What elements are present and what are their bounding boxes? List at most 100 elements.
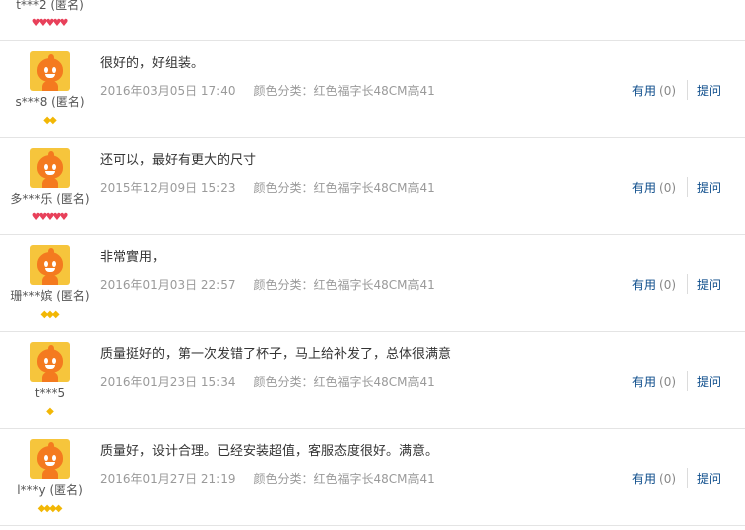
review-text: 还可以，最好有更大的尺寸 bbox=[100, 153, 257, 168]
ask-question-link[interactable]: 提问 bbox=[697, 82, 721, 99]
useful-button[interactable]: 有用 (0) bbox=[632, 82, 676, 99]
avatar-body bbox=[42, 275, 58, 285]
diamond-badge-icon: ◆ bbox=[46, 406, 54, 417]
action-divider bbox=[687, 80, 688, 100]
review-text: 很好的，好组装。 bbox=[100, 56, 205, 71]
action-divider bbox=[687, 371, 688, 391]
diamond-badge-icon: ◆ bbox=[54, 503, 63, 514]
avatar-mouth bbox=[45, 462, 55, 466]
avatar-eye bbox=[52, 261, 56, 267]
reviewer-name: t***5 bbox=[34, 386, 66, 400]
useful-label[interactable]: 有用 bbox=[632, 84, 656, 98]
review-sku: 颜色分类：红色福字长48CM高41 bbox=[253, 84, 435, 98]
useful-label[interactable]: 有用 bbox=[632, 278, 656, 292]
useful-count: (0) bbox=[659, 181, 677, 195]
avatar-head bbox=[37, 155, 63, 179]
avatar-body bbox=[42, 81, 58, 91]
useful-label[interactable]: 有用 bbox=[632, 181, 656, 195]
reviewer-name: t***2 (匿名) bbox=[16, 0, 84, 12]
useful-label[interactable]: 有用 bbox=[632, 472, 656, 486]
avatar[interactable] bbox=[30, 245, 70, 285]
review-meta: 2015年12月09日 15:23 颜色分类：红色福字长48CM高41 bbox=[100, 179, 435, 196]
avatar-head bbox=[37, 252, 63, 276]
review-item: t***2 (匿名) ♥♥♥♥♥ bbox=[0, 0, 745, 41]
avatar-eye bbox=[52, 164, 56, 170]
review-sku: 颜色分类：红色福字长48CM高41 bbox=[253, 181, 435, 195]
useful-label[interactable]: 有用 bbox=[632, 375, 656, 389]
reviewer-level-badges: ◆◆◆ bbox=[0, 307, 100, 320]
avatar-head bbox=[37, 446, 63, 470]
reviewer-name: s***8 (匿名) bbox=[15, 95, 85, 109]
avatar-body bbox=[42, 178, 58, 188]
reviewer-name: 珊***嫔 (匿名) bbox=[10, 289, 90, 303]
avatar-body bbox=[42, 469, 58, 479]
reviewer: t***2 (匿名) ♥♥♥♥♥ bbox=[0, 0, 100, 29]
reviewer: 多***乐 (匿名) ♥♥♥♥♥ bbox=[0, 148, 100, 223]
reviewer-level-badges: ◆ bbox=[0, 404, 100, 417]
useful-button[interactable]: 有用 (0) bbox=[632, 470, 676, 487]
review-meta: 2016年01月03日 22:57 颜色分类：红色福字长48CM高41 bbox=[100, 276, 435, 293]
reviewer: l***y (匿名) ◆◆◆◆ bbox=[0, 439, 100, 514]
avatar-mouth bbox=[45, 268, 55, 272]
reviewer-level-badges: ♥♥♥♥♥ bbox=[0, 16, 100, 29]
reviewer: s***8 (匿名) ◆◆ bbox=[0, 51, 100, 126]
review-item: t***5 ◆ 质量挺好的，第一次发错了杯子，马上给补发了，总体很满意 2016… bbox=[0, 332, 745, 429]
review-date: 2015年12月09日 15:23 bbox=[100, 181, 236, 195]
useful-button[interactable]: 有用 (0) bbox=[632, 373, 676, 390]
useful-count: (0) bbox=[659, 375, 677, 389]
avatar-body bbox=[42, 372, 58, 382]
reviewer-name: l***y (匿名) bbox=[17, 483, 83, 497]
avatar-head bbox=[37, 58, 63, 82]
heart-badge-icon: ♥ bbox=[59, 212, 69, 223]
avatar-eye bbox=[52, 455, 56, 461]
useful-button[interactable]: 有用 (0) bbox=[632, 276, 676, 293]
action-divider bbox=[687, 177, 688, 197]
reviewer: t***5 ◆ bbox=[0, 342, 100, 417]
avatar-eye bbox=[52, 67, 56, 73]
review-item: l***y (匿名) ◆◆◆◆ 质量好，设计合理。已经安装超值，客服态度很好。满… bbox=[0, 429, 745, 526]
reviewer: 珊***嫔 (匿名) ◆◆◆ bbox=[0, 245, 100, 320]
avatar[interactable] bbox=[30, 51, 70, 91]
review-date: 2016年01月03日 22:57 bbox=[100, 278, 236, 292]
reviewer-level-badges: ♥♥♥♥♥ bbox=[0, 210, 100, 223]
avatar-eye bbox=[44, 67, 48, 73]
review-item: 珊***嫔 (匿名) ◆◆◆ 非常實用， 2016年01月03日 22:57 颜色… bbox=[0, 235, 745, 332]
diamond-badge-icon: ◆ bbox=[49, 115, 57, 126]
avatar-eye bbox=[44, 455, 48, 461]
review-meta: 2016年01月27日 21:19 颜色分类：红色福字长48CM高41 bbox=[100, 470, 435, 487]
review-item: 多***乐 (匿名) ♥♥♥♥♥ 还可以，最好有更大的尺寸 2015年12月09… bbox=[0, 138, 745, 235]
avatar-eye bbox=[44, 261, 48, 267]
avatar[interactable] bbox=[30, 342, 70, 382]
useful-button[interactable]: 有用 (0) bbox=[632, 179, 676, 196]
review-text: 质量挺好的，第一次发错了杯子，马上给补发了，总体很满意 bbox=[100, 347, 452, 362]
avatar-mouth bbox=[45, 171, 55, 175]
useful-count: (0) bbox=[659, 278, 677, 292]
review-item: s***8 (匿名) ◆◆ 很好的，好组装。 2016年03月05日 17:40… bbox=[0, 41, 745, 138]
action-divider bbox=[687, 468, 688, 488]
useful-count: (0) bbox=[659, 472, 677, 486]
review-meta: 2016年03月05日 17:40 颜色分类：红色福字长48CM高41 bbox=[100, 82, 435, 99]
review-date: 2016年01月27日 21:19 bbox=[100, 472, 236, 486]
useful-count: (0) bbox=[659, 84, 677, 98]
diamond-badge-icon: ◆ bbox=[51, 309, 60, 320]
review-sku: 颜色分类：红色福字长48CM高41 bbox=[253, 278, 435, 292]
ask-question-link[interactable]: 提问 bbox=[697, 276, 721, 293]
avatar-mouth bbox=[45, 74, 55, 78]
reviewer-level-badges: ◆◆ bbox=[0, 113, 100, 126]
review-date: 2016年03月05日 17:40 bbox=[100, 84, 236, 98]
heart-badge-icon: ♥ bbox=[59, 18, 69, 29]
ask-question-link[interactable]: 提问 bbox=[697, 179, 721, 196]
review-date: 2016年01月23日 15:34 bbox=[100, 375, 236, 389]
avatar[interactable] bbox=[30, 439, 70, 479]
ask-question-link[interactable]: 提问 bbox=[697, 470, 721, 487]
avatar-eye bbox=[44, 358, 48, 364]
action-divider bbox=[687, 274, 688, 294]
ask-question-link[interactable]: 提问 bbox=[697, 373, 721, 390]
review-meta: 2016年01月23日 15:34 颜色分类：红色福字长48CM高41 bbox=[100, 373, 435, 390]
avatar-head bbox=[37, 349, 63, 373]
avatar-mouth bbox=[45, 365, 55, 369]
avatar-eye bbox=[44, 164, 48, 170]
review-sku: 颜色分类：红色福字长48CM高41 bbox=[253, 375, 435, 389]
review-text: 质量好，设计合理。已经安装超值，客服态度很好。满意。 bbox=[100, 444, 439, 459]
avatar[interactable] bbox=[30, 148, 70, 188]
